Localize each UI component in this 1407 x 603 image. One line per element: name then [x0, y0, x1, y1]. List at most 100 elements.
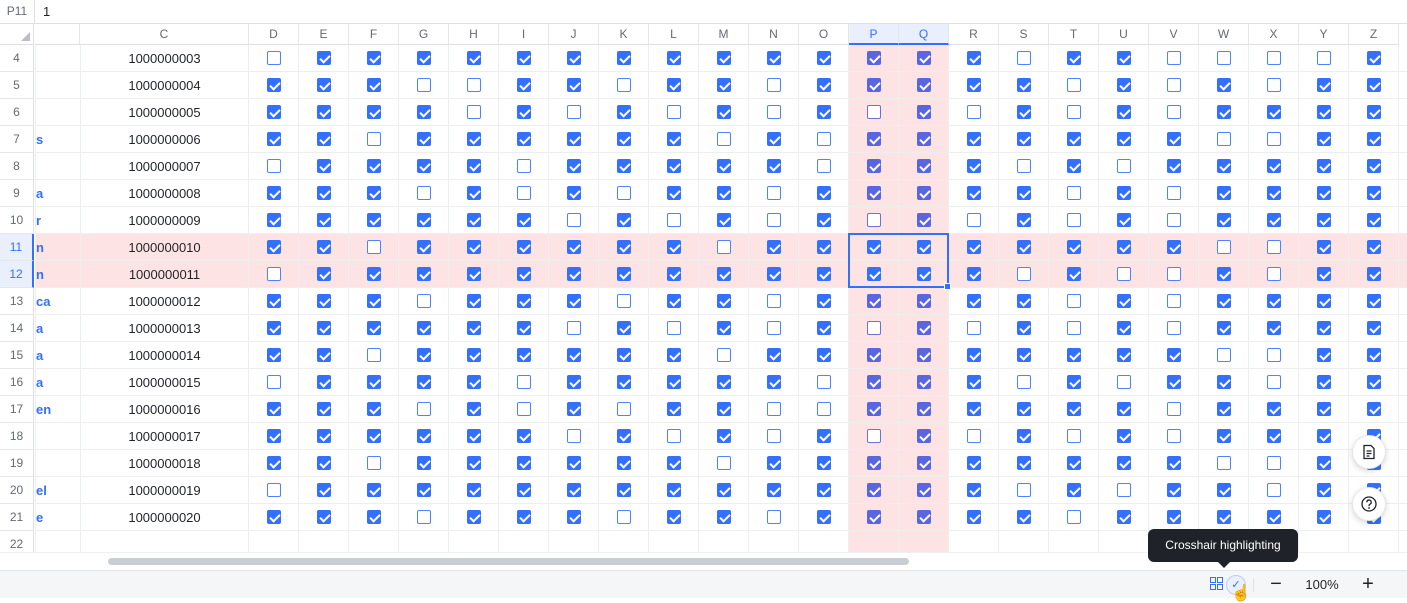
checkbox-h[interactable]: [467, 456, 481, 470]
checkbox-n[interactable]: [767, 78, 781, 92]
checkbox-k[interactable]: [617, 186, 631, 200]
checkbox-y[interactable]: [1317, 483, 1331, 497]
checkbox-m[interactable]: [717, 375, 731, 389]
checkbox-z[interactable]: [1367, 132, 1381, 146]
checkbox-x[interactable]: [1267, 321, 1281, 335]
checkbox-e[interactable]: [317, 375, 331, 389]
row-header-4[interactable]: 4: [0, 45, 34, 72]
checkbox-l[interactable]: [667, 348, 681, 362]
column-header-o[interactable]: O: [799, 24, 849, 45]
checkbox-g[interactable]: [417, 402, 431, 416]
checkbox-m[interactable]: [717, 267, 731, 281]
checkbox-i[interactable]: [517, 105, 531, 119]
id-cell[interactable]: 1000000010: [80, 234, 249, 261]
checkbox-y[interactable]: [1317, 186, 1331, 200]
checkbox-j[interactable]: [567, 348, 581, 362]
checkbox-p[interactable]: [867, 159, 881, 173]
checkbox-j[interactable]: [567, 240, 581, 254]
column-header-s[interactable]: S: [999, 24, 1049, 45]
checkbox-h[interactable]: [467, 240, 481, 254]
checkbox-e[interactable]: [317, 294, 331, 308]
checkbox-x[interactable]: [1267, 402, 1281, 416]
checkbox-g[interactable]: [417, 78, 431, 92]
id-cell[interactable]: 1000000005: [80, 99, 249, 126]
checkbox-t[interactable]: [1067, 510, 1081, 524]
checkbox-d[interactable]: [267, 429, 281, 443]
checkbox-s[interactable]: [1017, 267, 1031, 281]
checkbox-p[interactable]: [867, 105, 881, 119]
checkbox-r[interactable]: [967, 375, 981, 389]
checkbox-v[interactable]: [1167, 348, 1181, 362]
checkbox-k[interactable]: [617, 321, 631, 335]
checkbox-e[interactable]: [317, 105, 331, 119]
checkbox-j[interactable]: [567, 51, 581, 65]
checkbox-f[interactable]: [367, 159, 381, 173]
checkbox-w[interactable]: [1217, 510, 1231, 524]
checkbox-t[interactable]: [1067, 375, 1081, 389]
checkbox-q[interactable]: [917, 429, 931, 443]
checkbox-o[interactable]: [817, 321, 831, 335]
checkbox-n[interactable]: [767, 375, 781, 389]
checkbox-k[interactable]: [617, 267, 631, 281]
row-header-11[interactable]: 11: [0, 234, 34, 261]
checkbox-y[interactable]: [1317, 429, 1331, 443]
checkbox-o[interactable]: [817, 213, 831, 227]
checkbox-t[interactable]: [1067, 429, 1081, 443]
checkbox-o[interactable]: [817, 402, 831, 416]
spreadsheet-grid[interactable]: C D E F G H I J K L M N O P Q R S T U V W X Y Z 4 1000000003 5 1000…: [0, 24, 1407, 552]
checkbox-o[interactable]: [817, 429, 831, 443]
checkbox-i[interactable]: [517, 267, 531, 281]
checkbox-v[interactable]: [1167, 78, 1181, 92]
checkbox-o[interactable]: [817, 51, 831, 65]
checkbox-d[interactable]: [267, 78, 281, 92]
checkbox-u[interactable]: [1117, 429, 1131, 443]
checkbox-m[interactable]: [717, 321, 731, 335]
checkbox-j[interactable]: [567, 321, 581, 335]
checkbox-p[interactable]: [867, 510, 881, 524]
checkbox-w[interactable]: [1217, 105, 1231, 119]
cell-reference[interactable]: P11: [0, 0, 35, 23]
checkbox-l[interactable]: [667, 240, 681, 254]
checkbox-g[interactable]: [417, 267, 431, 281]
column-header-e[interactable]: E: [299, 24, 349, 45]
checkbox-v[interactable]: [1167, 105, 1181, 119]
checkbox-e[interactable]: [317, 240, 331, 254]
checkbox-x[interactable]: [1267, 159, 1281, 173]
id-cell[interactable]: 1000000019: [80, 477, 249, 504]
checkbox-v[interactable]: [1167, 483, 1181, 497]
checkbox-j[interactable]: [567, 159, 581, 173]
checkbox-d[interactable]: [267, 375, 281, 389]
checkbox-v[interactable]: [1167, 213, 1181, 227]
checkbox-e[interactable]: [317, 78, 331, 92]
checkbox-g[interactable]: [417, 240, 431, 254]
column-header-y[interactable]: Y: [1299, 24, 1349, 45]
checkbox-h[interactable]: [467, 375, 481, 389]
id-cell[interactable]: 1000000015: [80, 369, 249, 396]
checkbox-w[interactable]: [1217, 429, 1231, 443]
checkbox-m[interactable]: [717, 294, 731, 308]
column-header-i[interactable]: I: [499, 24, 549, 45]
checkbox-d[interactable]: [267, 240, 281, 254]
checkbox-g[interactable]: [417, 321, 431, 335]
checkbox-z[interactable]: [1367, 240, 1381, 254]
checkbox-w[interactable]: [1217, 186, 1231, 200]
checkbox-p[interactable]: [867, 321, 881, 335]
checkbox-x[interactable]: [1267, 267, 1281, 281]
checkbox-s[interactable]: [1017, 483, 1031, 497]
checkbox-j[interactable]: [567, 456, 581, 470]
checkbox-y[interactable]: [1317, 321, 1331, 335]
checkbox-t[interactable]: [1067, 348, 1081, 362]
checkbox-d[interactable]: [267, 186, 281, 200]
checkbox-l[interactable]: [667, 483, 681, 497]
checkbox-o[interactable]: [817, 186, 831, 200]
checkbox-d[interactable]: [267, 321, 281, 335]
column-header-d[interactable]: D: [249, 24, 299, 45]
checkbox-q[interactable]: [917, 159, 931, 173]
checkbox-n[interactable]: [767, 51, 781, 65]
checkbox-u[interactable]: [1117, 159, 1131, 173]
checkbox-t[interactable]: [1067, 105, 1081, 119]
checkbox-l[interactable]: [667, 429, 681, 443]
checkbox-k[interactable]: [617, 348, 631, 362]
checkbox-w[interactable]: [1217, 294, 1231, 308]
row-header-7[interactable]: 7: [0, 126, 34, 153]
